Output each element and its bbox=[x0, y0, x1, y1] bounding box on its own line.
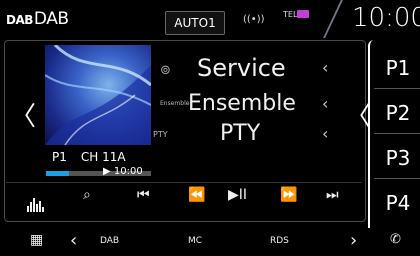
elapsed-time: ▶ 10:00 bbox=[103, 166, 143, 177]
next-track-icon[interactable]: ⏭ bbox=[326, 187, 339, 203]
tel-indicator: TEL bbox=[283, 10, 297, 19]
pty-chevron-icon[interactable]: ‹ bbox=[322, 124, 328, 143]
bottom-prev-chevron-icon[interactable]: ‹ bbox=[70, 230, 77, 251]
logo-prefix: DAB bbox=[6, 13, 33, 27]
source-title: DAB bbox=[33, 9, 69, 29]
battery-icon bbox=[297, 10, 309, 18]
preset-button-2[interactable]: P2 bbox=[374, 93, 420, 134]
ensemble-label: Ensemble bbox=[160, 100, 190, 107]
play-pause-icon[interactable]: ▶II bbox=[228, 187, 247, 203]
service-name: Service bbox=[197, 54, 286, 82]
preset-button-4[interactable]: P4 bbox=[374, 183, 420, 223]
preset-button-3[interactable]: P3 bbox=[374, 138, 420, 179]
pty-label: PTY bbox=[153, 130, 168, 139]
prev-panel-chevron-icon[interactable]: 〈 bbox=[10, 96, 36, 133]
channel-label: CH 11A bbox=[80, 150, 126, 164]
rewind-icon[interactable]: ⏪ bbox=[188, 187, 205, 203]
channel-info: P1 CH 11A bbox=[52, 150, 140, 164]
control-bar bbox=[6, 182, 362, 217]
signal-icon: ((•)) bbox=[243, 14, 265, 25]
current-preset: P1 bbox=[52, 150, 67, 164]
pty-name: PTY bbox=[220, 121, 261, 146]
dab-logo: DABDAB bbox=[6, 9, 69, 29]
ensemble-chevron-icon[interactable]: ‹ bbox=[322, 94, 328, 113]
elapsed-value: 10:00 bbox=[113, 166, 143, 177]
phone-icon[interactable]: ✆ bbox=[390, 232, 401, 247]
fast-forward-icon[interactable]: ⏩ bbox=[280, 187, 297, 203]
tab-rds[interactable]: RDS bbox=[270, 236, 289, 246]
preset-button-1[interactable]: P1 bbox=[374, 48, 420, 89]
bottom-next-chevron-icon[interactable]: › bbox=[350, 230, 357, 251]
ensemble-name: Ensemble bbox=[188, 91, 296, 116]
album-art bbox=[45, 45, 151, 145]
tel-label: TEL bbox=[283, 10, 298, 19]
clock: 10:00 bbox=[352, 3, 420, 33]
service-info-icon: ⊚ bbox=[160, 63, 171, 78]
tab-dab[interactable]: DAB bbox=[100, 236, 119, 246]
tab-mc[interactable]: MC bbox=[188, 236, 202, 246]
service-chevron-icon[interactable]: ‹ bbox=[322, 58, 328, 77]
search-icon[interactable]: ⌕ bbox=[83, 187, 91, 203]
previous-track-icon[interactable]: ⏮ bbox=[137, 187, 150, 203]
progress-fill bbox=[46, 171, 70, 176]
preset-list: P1 P2 P3 P4 bbox=[368, 40, 420, 252]
equalizer-icon[interactable] bbox=[27, 196, 45, 212]
auto-mode-button[interactable]: AUTO1 bbox=[165, 11, 225, 35]
menu-grid-icon[interactable]: ▦ bbox=[30, 232, 43, 248]
